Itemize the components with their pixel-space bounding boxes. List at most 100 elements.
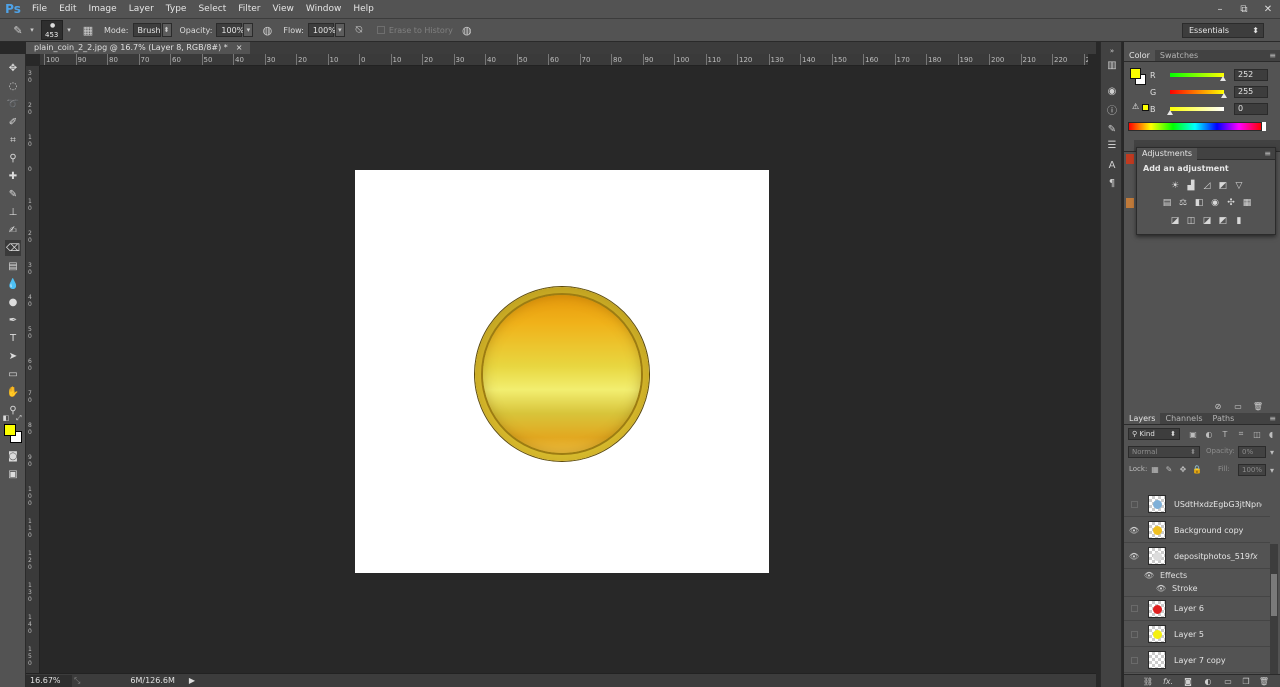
green-slider-thumb[interactable] xyxy=(1221,93,1227,98)
filter-toggle-icon[interactable]: ◖ xyxy=(1266,429,1276,439)
document-tab[interactable]: plain_coin_2_2.jpg @ 16.7% (Layer 8, RGB… xyxy=(26,42,250,54)
menu-window[interactable]: Window xyxy=(300,0,348,18)
hand-tool-icon[interactable]: ✋ xyxy=(5,384,21,400)
layer-row[interactable]: 👁 depositphotos_5191... fx xyxy=(1124,544,1270,569)
tab-paths[interactable]: Paths xyxy=(1208,413,1240,424)
tab-styles[interactable] xyxy=(1124,140,1134,151)
menu-image[interactable]: Image xyxy=(83,0,123,18)
tab-layers[interactable]: Layers xyxy=(1124,413,1160,424)
character-panel-icon[interactable]: A xyxy=(1105,158,1119,172)
brightness-contrast-icon[interactable]: ☀ xyxy=(1169,180,1181,192)
lasso-tool-icon[interactable]: ➰ xyxy=(5,96,21,112)
new-group-icon[interactable]: ▭ xyxy=(1222,675,1234,687)
stroke-eye-icon[interactable]: 👁 xyxy=(1124,584,1166,593)
pressure-size-icon[interactable]: ◍ xyxy=(459,22,475,38)
layer-row[interactable]: 👁 Background copy xyxy=(1124,518,1270,543)
paragraph-panel-icon[interactable]: ¶ xyxy=(1105,176,1119,190)
green-slider[interactable] xyxy=(1170,90,1224,94)
gradient-map-icon[interactable]: ▮ xyxy=(1233,215,1245,227)
screen-mode-icon[interactable]: ▣ xyxy=(5,466,21,482)
menu-help[interactable]: Help xyxy=(347,0,380,18)
gamut-color-chip[interactable] xyxy=(1142,104,1149,111)
brush-tool-icon[interactable]: ✎ xyxy=(5,186,21,202)
color-panel-menu-icon[interactable]: ≡ xyxy=(1269,50,1276,62)
effects-eye-icon[interactable]: 👁 xyxy=(1124,571,1154,580)
crop-tool-icon[interactable]: ⌗ xyxy=(5,132,21,148)
flow-input[interactable]: 100% xyxy=(308,23,334,37)
clear-style-icon[interactable]: ⊘ xyxy=(1212,400,1224,412)
blur-tool-icon[interactable]: 💧 xyxy=(5,276,21,292)
filter-smart-object-icon[interactable]: ◫ xyxy=(1252,429,1262,439)
lock-image-icon[interactable]: ✎ xyxy=(1164,464,1174,474)
white-ramp-chip[interactable] xyxy=(1262,122,1266,131)
flow-dropdown-arrow[interactable]: ▾ xyxy=(335,23,345,37)
color-spectrum-ramp[interactable] xyxy=(1128,122,1262,131)
eye-icon[interactable]: 👁 xyxy=(1124,518,1144,543)
visibility-toggle[interactable] xyxy=(1124,648,1144,673)
brush-panel-toggle-icon[interactable]: ▦ xyxy=(80,22,96,38)
selective-color-icon[interactable]: ◩ xyxy=(1217,215,1229,227)
layer-row[interactable]: Layer 6 xyxy=(1124,596,1270,621)
layer-row[interactable]: Layer 5 xyxy=(1124,622,1270,647)
opacity-dropdown-arrow[interactable]: ▾ xyxy=(243,23,253,37)
tab-swatches[interactable]: Swatches xyxy=(1155,50,1203,61)
history-brush-tool-icon[interactable]: ✍ xyxy=(5,222,21,238)
lock-transparent-icon[interactable]: ▦ xyxy=(1150,464,1160,474)
path-selection-tool-icon[interactable]: ➤ xyxy=(5,348,21,364)
new-style-icon[interactable]: ▭ xyxy=(1232,400,1244,412)
layer-opacity-input[interactable]: 0% xyxy=(1238,446,1266,458)
menu-view[interactable]: View xyxy=(267,0,300,18)
healing-brush-tool-icon[interactable]: ✚ xyxy=(5,168,21,184)
blend-mode-select[interactable]: Normal ⬍ xyxy=(1128,446,1200,458)
blue-slider-thumb[interactable] xyxy=(1167,110,1173,115)
default-colors-icon[interactable]: ◧ xyxy=(2,414,10,422)
effects-row[interactable]: 👁 Effects xyxy=(1124,569,1270,582)
layers-scrollbar[interactable] xyxy=(1270,544,1278,674)
levels-icon[interactable]: ▟ xyxy=(1185,180,1197,192)
blue-slider[interactable] xyxy=(1170,107,1224,111)
swap-colors-icon[interactable]: ⤢ xyxy=(15,414,23,422)
status-menu-arrow[interactable]: ▶ xyxy=(189,676,195,685)
menu-layer[interactable]: Layer xyxy=(123,0,160,18)
opacity-input[interactable]: 100% xyxy=(216,23,242,37)
black-white-icon[interactable]: ◧ xyxy=(1193,197,1205,209)
menu-type[interactable]: Type xyxy=(160,0,193,18)
quick-select-tool-icon[interactable]: ✐ xyxy=(5,114,21,130)
visibility-toggle[interactable] xyxy=(1124,492,1144,517)
tab-color[interactable]: Color xyxy=(1124,50,1155,61)
properties-panel-icon[interactable]: ☰ xyxy=(1105,138,1119,152)
dock-collapse-icon[interactable]: » xyxy=(1105,44,1119,58)
add-mask-icon[interactable]: ◙ xyxy=(1182,675,1194,687)
color-panel-foreground-swatch[interactable] xyxy=(1130,68,1141,79)
layer-fx-badge[interactable]: fx xyxy=(1250,552,1258,561)
stroke-effect-row[interactable]: 👁 Stroke xyxy=(1124,582,1270,595)
document-canvas[interactable] xyxy=(355,170,769,573)
color-lookup-icon[interactable]: ▦ xyxy=(1241,197,1253,209)
posterize-icon[interactable]: ◫ xyxy=(1185,215,1197,227)
adjustments-panel-menu-icon[interactable]: ≡ xyxy=(1264,148,1271,160)
minimize-button[interactable]: – xyxy=(1208,0,1232,18)
menu-edit[interactable]: Edit xyxy=(53,0,82,18)
foreground-color-swatch[interactable] xyxy=(4,424,16,436)
rectangle-tool-icon[interactable]: ▭ xyxy=(5,366,21,382)
mode-select[interactable]: Brush xyxy=(133,23,161,37)
layer-filter-kind-select[interactable]: ⚲ Kind ⬍ xyxy=(1128,428,1180,440)
red-slider[interactable] xyxy=(1170,73,1224,77)
red-slider-thumb[interactable] xyxy=(1220,76,1226,81)
style-swatch-brown[interactable] xyxy=(1126,198,1134,208)
workspace-select[interactable]: Essentials ⬍ xyxy=(1182,23,1264,38)
curves-icon[interactable]: ◿ xyxy=(1201,180,1213,192)
filter-pixel-icon[interactable]: ▣ xyxy=(1188,429,1198,439)
threshold-icon[interactable]: ◪ xyxy=(1201,215,1213,227)
fill-dropdown-icon[interactable]: ▾ xyxy=(1267,465,1277,475)
color-balance-icon[interactable]: ⚖ xyxy=(1177,197,1189,209)
canvas-area[interactable] xyxy=(40,66,1088,673)
exposure-icon[interactable]: ◩ xyxy=(1217,180,1229,192)
delete-layer-icon[interactable]: 🗑 xyxy=(1258,675,1270,687)
invert-icon[interactable]: ◪ xyxy=(1169,215,1181,227)
eye-icon[interactable]: 👁 xyxy=(1124,544,1144,569)
marquee-tool-icon[interactable]: ◌ xyxy=(5,78,21,94)
new-adjustment-icon[interactable]: ◐ xyxy=(1202,675,1214,687)
layer-style-button[interactable]: fx. xyxy=(1162,675,1174,687)
red-value-field[interactable]: 252 xyxy=(1234,69,1268,81)
